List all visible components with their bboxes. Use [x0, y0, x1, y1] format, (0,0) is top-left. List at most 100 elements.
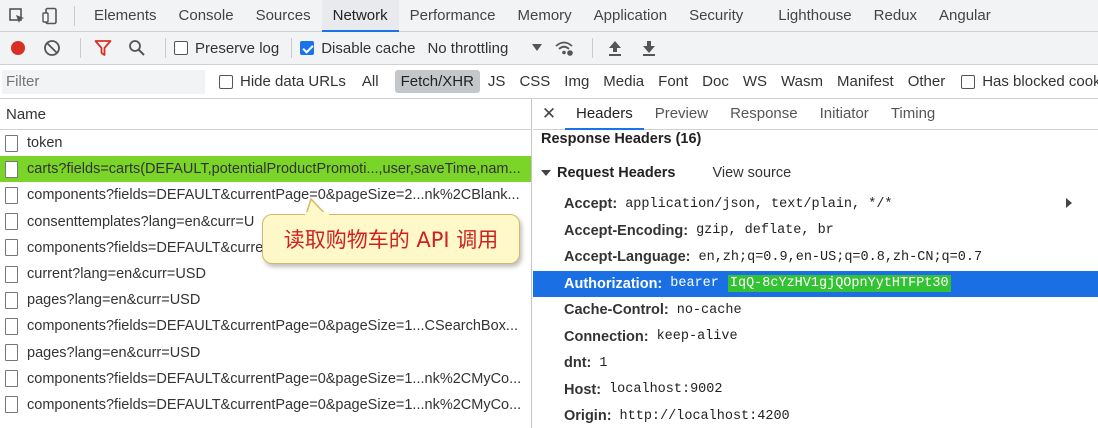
tab-initiator[interactable]: Initiator — [809, 99, 880, 130]
tab-sources[interactable]: Sources — [245, 0, 322, 32]
header-row-authorization: Authorization: bearer IqQ-8cYzHV1gjQOpnYyt… — [533, 270, 1098, 297]
request-row[interactable]: current?lang=en&curr=USD — [0, 261, 531, 287]
header-value: gzip, deflate, br — [696, 223, 834, 239]
tab-console[interactable]: Console — [168, 0, 245, 32]
file-icon — [5, 344, 18, 362]
request-name: token — [27, 135, 63, 152]
header-row-origin: Origin: http://localhost:4200 — [533, 403, 1098, 428]
header-value: no-cache — [676, 302, 742, 318]
tab-redux[interactable]: Redux — [863, 0, 928, 32]
filter-type-media[interactable]: Media — [597, 70, 650, 93]
disable-cache-label: Disable cache — [321, 39, 416, 57]
request-list: token carts?fields=carts(DEFAULT,potenti… — [0, 130, 531, 418]
toolbar-divider — [291, 38, 293, 58]
throttling-value: No throttling — [427, 39, 509, 57]
network-conditions-wifi-icon[interactable] — [550, 34, 578, 62]
hide-data-urls-label: Hide data URLs — [240, 73, 346, 90]
tab-timing[interactable]: Timing — [880, 99, 946, 130]
file-icon — [5, 370, 18, 388]
tab-preview[interactable]: Preview — [644, 99, 719, 130]
request-name: current?lang=en&curr=USD — [27, 266, 206, 283]
export-har-download-icon[interactable] — [635, 34, 663, 62]
throttling-select[interactable]: No throttling — [427, 39, 543, 57]
hide-data-urls-checkbox[interactable]: Hide data URLs — [219, 73, 346, 90]
file-icon — [5, 239, 18, 257]
import-har-upload-icon[interactable] — [601, 34, 629, 62]
network-toolbar: Preserve log Disable cache No throttling — [0, 32, 1098, 65]
filter-type-img[interactable]: Img — [558, 70, 595, 93]
file-icon — [5, 291, 18, 309]
annotation-callout: 读取购物车的 API 调用 — [262, 214, 520, 264]
request-name: pages?lang=en&curr=USD — [27, 292, 201, 309]
request-row[interactable]: components?fields=DEFAULT&currentPage=0&… — [0, 392, 531, 418]
file-icon — [5, 317, 18, 335]
tab-lighthouse[interactable]: Lighthouse — [754, 0, 862, 32]
filter-type-other[interactable]: Other — [902, 70, 952, 93]
request-details-panel: ✕ Headers Preview Response Initiator Tim… — [533, 99, 1098, 428]
has-blocked-cookies-checkbox[interactable]: Has blocked cookies — [961, 73, 1098, 90]
tab-response[interactable]: Response — [719, 99, 809, 130]
tab-memory[interactable]: Memory — [507, 0, 583, 32]
filter-type-fetch-xhr[interactable]: Fetch/XHR — [394, 70, 480, 93]
request-headers-title: Request Headers — [557, 165, 676, 181]
file-icon — [5, 160, 18, 178]
filter-type-font[interactable]: Font — [652, 70, 694, 93]
tab-security[interactable]: Security — [678, 0, 754, 32]
filter-type-all[interactable]: All — [356, 70, 385, 93]
record-button[interactable] — [4, 34, 32, 62]
disable-cache-checkbox[interactable]: Disable cache — [300, 40, 415, 57]
request-row-token[interactable]: token — [0, 130, 531, 156]
filter-type-manifest[interactable]: Manifest — [831, 70, 900, 93]
file-icon — [5, 134, 18, 152]
tab-elements[interactable]: Elements — [83, 0, 168, 32]
name-column-header[interactable]: Name — [0, 99, 531, 130]
request-row[interactable]: components?fields=DEFAULT&currentPage=0&… — [0, 182, 531, 208]
checkbox-unchecked-icon[interactable] — [219, 74, 233, 89]
checkbox-unchecked-icon[interactable] — [174, 41, 188, 55]
inspect-element-icon[interactable] — [0, 0, 34, 32]
request-row-carts[interactable]: carts?fields=carts(DEFAULT,potentialProd… — [0, 156, 531, 183]
header-row-host: Host: localhost:9002 — [533, 377, 1098, 404]
request-name: components?fields=DEFAULT&currentPage=0&… — [27, 187, 520, 204]
expand-triangle-icon — [1066, 198, 1072, 208]
filter-input[interactable] — [2, 69, 205, 94]
filter-type-wasm[interactable]: Wasm — [775, 70, 829, 93]
checkbox-checked-icon[interactable] — [300, 41, 315, 55]
tab-angular[interactable]: Angular — [928, 0, 1002, 32]
request-name: carts?fields=carts(DEFAULT,potentialProd… — [27, 161, 521, 178]
response-headers-section[interactable]: Response Headers (16) — [533, 129, 1098, 208]
header-key: Connection: — [564, 328, 649, 345]
header-row-cache-control: Cache-Control: no-cache — [533, 297, 1098, 324]
file-icon — [5, 213, 18, 231]
search-icon[interactable] — [123, 34, 151, 62]
header-value: application/json, text/plain, */* — [625, 196, 893, 212]
clear-icon[interactable] — [38, 34, 66, 62]
tab-application[interactable]: Application — [583, 0, 678, 32]
tab-headers[interactable]: Headers — [565, 99, 644, 130]
close-icon[interactable]: ✕ — [533, 104, 565, 124]
view-source-link[interactable]: View source — [712, 165, 791, 181]
request-name: components?fields=DEFAULT&currentPage=0&… — [27, 396, 522, 413]
request-row[interactable]: components?fields=DEFAULT&currentPage=0&… — [0, 366, 531, 392]
response-headers-title: Response Headers (16) — [541, 131, 702, 147]
filter-funnel-icon[interactable] — [89, 34, 117, 62]
preserve-log-label: Preserve log — [195, 39, 280, 57]
filter-type-ws[interactable]: WS — [737, 70, 773, 93]
tab-network[interactable]: Network — [321, 0, 399, 32]
header-key: Origin: — [564, 408, 612, 425]
request-row[interactable]: components?fields=DEFAULT&currentPage=0&… — [0, 313, 531, 339]
filter-type-css[interactable]: CSS — [513, 70, 556, 93]
device-toolbar-icon[interactable] — [34, 0, 68, 32]
request-row[interactable]: pages?lang=en&curr=USD — [0, 340, 531, 366]
header-row-accept-encoding: Accept-Encoding: gzip, deflate, br — [533, 218, 1098, 245]
header-value: http://localhost:4200 — [619, 408, 790, 424]
chevron-down-icon — [532, 44, 543, 51]
checkbox-unchecked-icon[interactable] — [961, 74, 976, 89]
request-row[interactable]: pages?lang=en&curr=USD — [0, 287, 531, 313]
filter-type-js[interactable]: JS — [482, 70, 512, 93]
filter-type-doc[interactable]: Doc — [696, 70, 735, 93]
request-headers-list: Accept: application/json, text/plain, */*… — [533, 191, 1098, 428]
request-headers-section[interactable]: Request Headers View source — [533, 149, 1098, 191]
tab-performance[interactable]: Performance — [399, 0, 507, 32]
preserve-log-checkbox[interactable]: Preserve log — [174, 40, 279, 57]
